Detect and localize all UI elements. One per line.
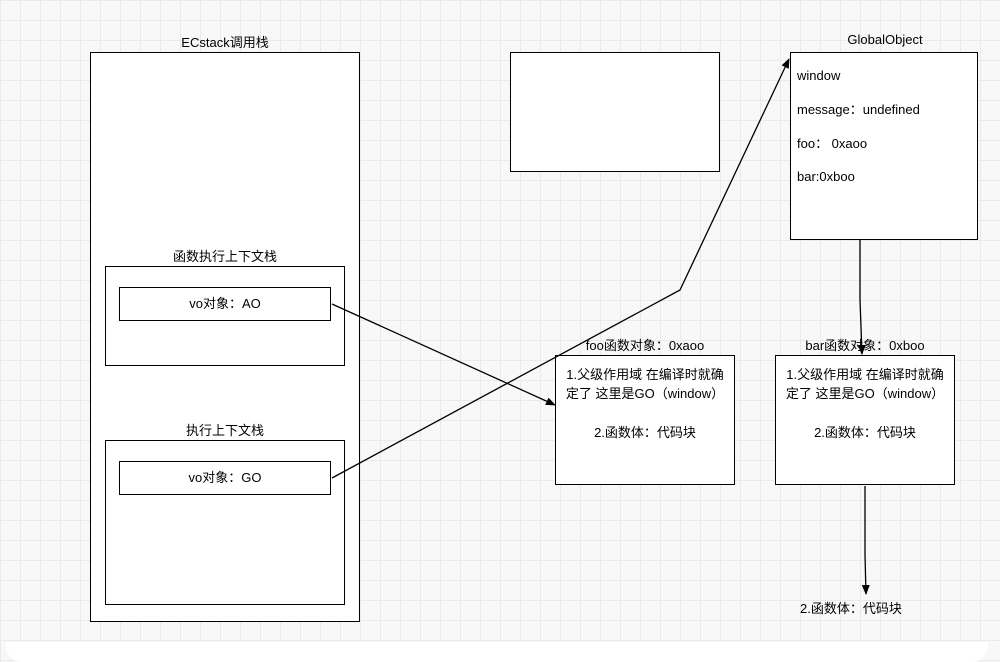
foo-title: foo函数对象：0xaoo [555,335,735,354]
bar-title: bar函数对象：0xboo [775,335,955,354]
foo-line2: 2.函数体：代码块 [564,422,726,441]
foo-box: 1.父级作用域 在编译时就确定了 这里是GO（window） 2.函数体：代码块 [555,355,735,485]
foo-line1: 1.父级作用域 在编译时就确定了 这里是GO（window） [564,364,726,402]
bar-line1: 1.父级作用域 在编译时就确定了 这里是GO（window） [784,364,946,402]
fec-title: 函数执行上下文栈 [105,246,345,265]
go-line4: bar:0xboo [797,160,971,194]
arrow-ao-to-foo [332,304,555,405]
globalobject-box: window message：undefined foo： 0xaoo bar:… [790,52,978,240]
bar-box: 1.父级作用域 在编译时就确定了 这里是GO（window） 2.函数体：代码块 [775,355,955,485]
page-bottom-edge [6,642,988,662]
diagram-canvas: ECstack调用栈 函数执行上下文栈 vo对象：AO 执行上下文栈 vo对象：… [0,0,1000,662]
ec-title: 执行上下文栈 [105,420,345,439]
fec-vo-box: vo对象：AO [119,287,331,321]
ecstack-title: ECstack调用栈 [90,32,360,51]
ec-vo-text: vo对象：GO [120,462,330,494]
fec-vo-text: vo对象：AO [120,288,330,320]
objfunction-box [510,52,720,172]
bar-line2: 2.函数体：代码块 [784,422,946,441]
go-line2: message：undefined [797,93,971,127]
go-line3: foo： 0xaoo [797,127,971,161]
ec-vo-box: vo对象：GO [119,461,331,495]
arrow-bar-to-code [865,486,866,594]
globalobject-title: GlobalObject [790,32,980,47]
go-line1: window [797,59,971,93]
detached-text: 2.函数体：代码块 [800,598,950,617]
